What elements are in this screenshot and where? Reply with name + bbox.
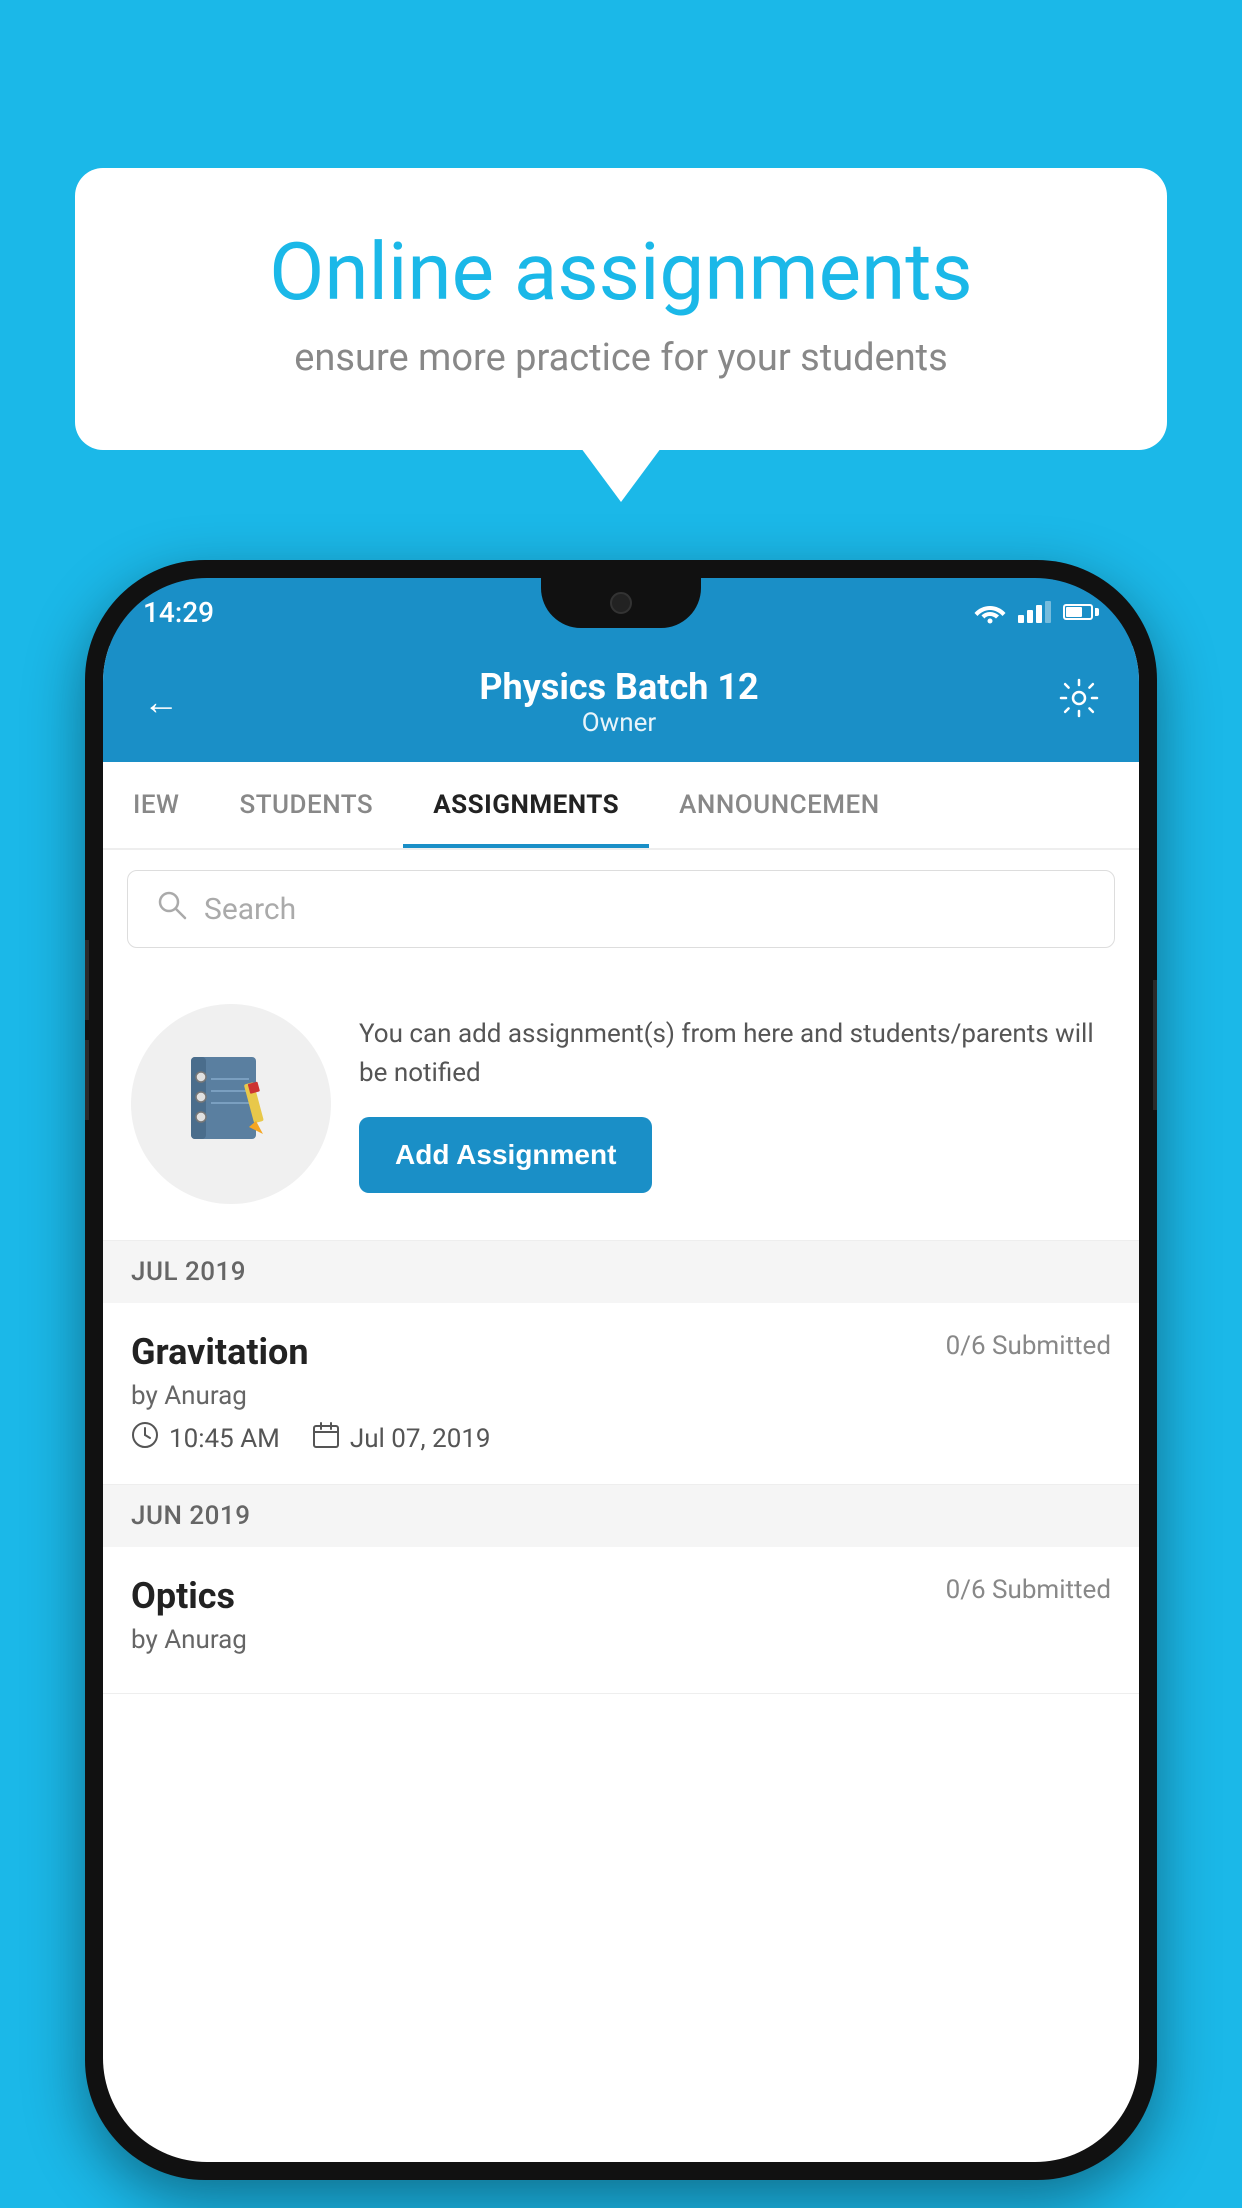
search-bar-container: Search [103, 850, 1139, 968]
assignment-item-optics[interactable]: Optics 0/6 Submitted by Anurag [103, 1547, 1139, 1694]
status-time: 14:29 [143, 596, 214, 629]
meta-time: 10:45 AM [131, 1421, 280, 1456]
phone-screen: 14:29 [103, 578, 1139, 2162]
power-button[interactable] [1153, 980, 1157, 1110]
magnify-icon [156, 889, 188, 921]
speech-bubble: Online assignments ensure more practice … [75, 168, 1167, 450]
phone-frame: 14:29 [85, 560, 1157, 2180]
status-icons [974, 600, 1099, 624]
volume-up-button[interactable] [85, 940, 89, 1020]
month-header-jun: JUN 2019 [103, 1485, 1139, 1547]
speech-bubble-title: Online assignments [155, 228, 1087, 316]
settings-button[interactable] [1059, 678, 1099, 727]
back-button[interactable]: ← [143, 681, 179, 723]
search-icon [156, 889, 188, 929]
tab-students[interactable]: STUDENTS [209, 762, 403, 848]
promo-text-area: You can add assignment(s) from here and … [359, 1015, 1111, 1193]
promo-section: You can add assignment(s) from here and … [103, 968, 1139, 1241]
clock-icon [131, 1421, 159, 1456]
search-bar[interactable]: Search [127, 870, 1115, 948]
month-header-jul: JUL 2019 [103, 1241, 1139, 1303]
meta-date: Jul 07, 2019 [312, 1421, 491, 1456]
header-center: Physics Batch 12 Owner [479, 666, 758, 738]
tabs-bar: IEW STUDENTS ASSIGNMENTS ANNOUNCEMEN [103, 762, 1139, 850]
tab-announcements[interactable]: ANNOUNCEMEN [649, 762, 910, 848]
optics-title: Optics [131, 1575, 235, 1617]
tab-assignments[interactable]: ASSIGNMENTS [403, 762, 649, 848]
search-placeholder: Search [204, 892, 296, 927]
phone-notch [541, 578, 701, 628]
wifi-icon [974, 600, 1006, 624]
calendar-svg [312, 1421, 340, 1449]
gear-icon [1059, 678, 1099, 718]
calendar-icon [312, 1421, 340, 1456]
assignment-optics-row-top: Optics 0/6 Submitted [131, 1575, 1111, 1617]
assignment-author: by Anurag [131, 1381, 1111, 1411]
assignment-submitted: 0/6 Submitted [946, 1331, 1111, 1361]
clock-svg [131, 1421, 159, 1449]
front-camera [610, 592, 632, 614]
notebook-icon [181, 1049, 281, 1159]
assignment-meta: 10:45 AM Jul 07, 2019 [131, 1421, 1111, 1456]
battery-icon [1063, 604, 1099, 620]
header-title: Physics Batch 12 [479, 666, 758, 708]
volume-down-button[interactable] [85, 1040, 89, 1120]
assignment-title: Gravitation [131, 1331, 309, 1373]
add-assignment-button[interactable]: Add Assignment [359, 1117, 652, 1193]
optics-submitted: 0/6 Submitted [946, 1575, 1111, 1605]
promo-description: You can add assignment(s) from here and … [359, 1015, 1111, 1093]
tab-iew[interactable]: IEW [103, 762, 209, 848]
assignment-item-gravitation[interactable]: Gravitation 0/6 Submitted by Anurag [103, 1303, 1139, 1485]
speech-bubble-subtitle: ensure more practice for your students [155, 336, 1087, 380]
screen-content: ← Physics Batch 12 Owner IEW STUDENTS AS… [103, 646, 1139, 2162]
signal-icon [1018, 601, 1051, 623]
promo-icon-circle [131, 1004, 331, 1204]
assignment-row-top: Gravitation 0/6 Submitted [131, 1331, 1111, 1373]
header-subtitle: Owner [479, 708, 758, 738]
optics-author: by Anurag [131, 1625, 1111, 1655]
app-header: ← Physics Batch 12 Owner [103, 646, 1139, 762]
